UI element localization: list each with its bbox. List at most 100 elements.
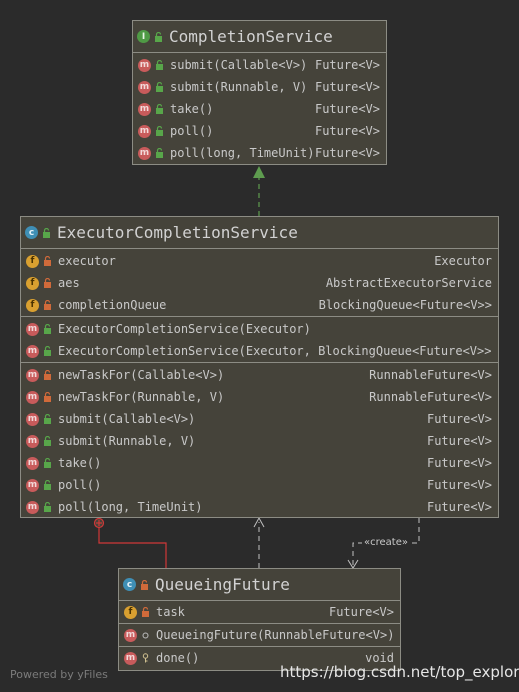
constructor-row[interactable]: m QueueingFuture(RunnableFuture<V>) [119,624,400,646]
method-type: RunnableFuture<V> [369,390,492,404]
method-row[interactable]: m take() Future<V> [133,98,386,120]
field-icon: f [26,298,39,312]
queueing-future-header: c QueueingFuture [119,569,400,601]
public-lock-icon [41,227,51,239]
method-icon: m [26,412,39,426]
method-row[interactable]: m take() Future<V> [21,452,498,474]
executor-completion-service-title: ExecutorCompletionService [57,223,298,242]
method-type: Future<V> [314,58,380,72]
method-type: Future<V> [314,80,380,94]
method-type: Future<V> [426,478,492,492]
method-name: submit(Runnable, V) [170,80,308,94]
method-type: Future<V> [426,412,492,426]
field-type: AbstractExecutorService [325,276,492,290]
private-lock-icon [42,277,52,289]
completion-service-node[interactable]: I CompletionService m submit(Callable<V>)… [132,20,387,165]
method-icon: m [138,58,151,72]
completion-service-methods: m submit(Callable<V>) Future<V> m submit(Ru… [133,53,386,164]
method-name: poll(long, TimeUnit) [170,146,315,160]
method-icon: m [124,628,137,642]
method-icon: m [124,651,137,665]
private-lock-icon [139,579,149,591]
method-icon: m [26,368,39,382]
constructor-name: QueueingFuture(RunnableFuture<V>) [156,628,394,642]
public-lock-icon [153,31,163,43]
field-icon: f [26,276,39,290]
field-type: Executor [434,254,492,268]
inner-class-edge [98,528,167,568]
method-icon: m [138,80,151,94]
method-name: poll(long, TimeUnit) [58,500,203,514]
public-lock-icon [42,413,52,425]
private-lock-icon [42,369,52,381]
field-row[interactable]: f completionQueue BlockingQueue<Future<V>> [21,294,498,316]
class-icon: c [25,226,38,239]
queueing-future-node[interactable]: c QueueingFuture f task Future<V> m Queuein… [118,568,401,671]
public-lock-icon [42,457,52,469]
method-row[interactable]: m newTaskFor(Callable<V>) RunnableFuture<V… [21,364,498,386]
public-lock-icon [154,103,164,115]
method-icon: m [26,478,39,492]
field-type: BlockingQueue<Future<V>> [318,298,492,312]
field-name: executor [58,254,116,268]
completion-service-header: I CompletionService [133,21,386,53]
method-name: poll() [170,124,214,138]
constructor-name: ExecutorCompletionService(Executor, Bloc… [58,344,492,358]
method-row[interactable]: m newTaskFor(Runnable, V) RunnableFuture<V… [21,386,498,408]
qf-fields: f task Future<V> [119,601,400,624]
class-icon: c [123,578,136,591]
completion-service-title: CompletionService [169,27,333,46]
ecs-constructors: m ExecutorCompletionService(Executor) m Ex… [21,317,498,363]
queueing-future-title: QueueingFuture [155,575,290,594]
method-icon: m [138,124,151,138]
public-lock-icon [154,125,164,137]
ecs-fields: f executor Executor f aes AbstractExecutorSe… [21,249,498,317]
method-icon: m [26,390,39,404]
method-row[interactable]: m submit(Runnable, V) Future<V> [21,430,498,452]
public-lock-icon [42,435,52,447]
method-type: Future<V> [314,146,380,160]
method-name: submit(Callable<V>) [170,58,308,72]
create-edge-label: «create» [362,537,410,548]
constructor-row[interactable]: m ExecutorCompletionService(Executor) [21,318,498,340]
powered-by-label: Powered by yFiles [10,668,108,681]
private-lock-icon [140,606,150,618]
constructor-row[interactable]: m ExecutorCompletionService(Executor, Blo… [21,340,498,362]
method-name: newTaskFor(Runnable, V) [58,390,225,404]
method-type: Future<V> [426,500,492,514]
method-name: take() [170,102,214,116]
field-type: Future<V> [328,605,394,619]
method-row[interactable]: m poll(long, TimeUnit) Future<V> [133,142,386,164]
field-row[interactable]: f executor Executor [21,250,498,272]
method-name: newTaskFor(Callable<V>) [58,368,225,382]
public-lock-icon [154,147,164,159]
method-icon: m [26,500,39,514]
watermark-url: https://blog.csdn.net/top_explore [280,663,519,681]
method-icon: m [138,146,151,160]
method-row[interactable]: m submit(Callable<V>) Future<V> [21,408,498,430]
executor-completion-service-node[interactable]: c ExecutorCompletionService f executor Exe… [20,216,499,518]
method-row[interactable]: m submit(Runnable, V) Future<V> [133,76,386,98]
method-type: Future<V> [426,434,492,448]
protected-key-icon [140,652,150,664]
field-name: task [156,605,185,619]
method-type: RunnableFuture<V> [369,368,492,382]
method-row[interactable]: m submit(Callable<V>) Future<V> [133,54,386,76]
public-lock-icon [154,81,164,93]
method-row[interactable]: m poll() Future<V> [133,120,386,142]
method-icon: m [26,434,39,448]
field-row[interactable]: f task Future<V> [119,601,400,623]
public-lock-icon [42,479,52,491]
private-lock-icon [42,391,52,403]
executor-completion-service-header: c ExecutorCompletionService [21,217,498,249]
interface-icon: I [137,30,150,43]
field-name: aes [58,276,80,290]
public-lock-icon [42,323,52,335]
method-icon: m [26,456,39,470]
field-icon: f [26,254,39,268]
method-icon: m [138,102,151,116]
method-row[interactable]: m poll() Future<V> [21,474,498,496]
method-row[interactable]: m poll(long, TimeUnit) Future<V> [21,496,498,518]
field-row[interactable]: f aes AbstractExecutorService [21,272,498,294]
field-name: completionQueue [58,298,167,312]
